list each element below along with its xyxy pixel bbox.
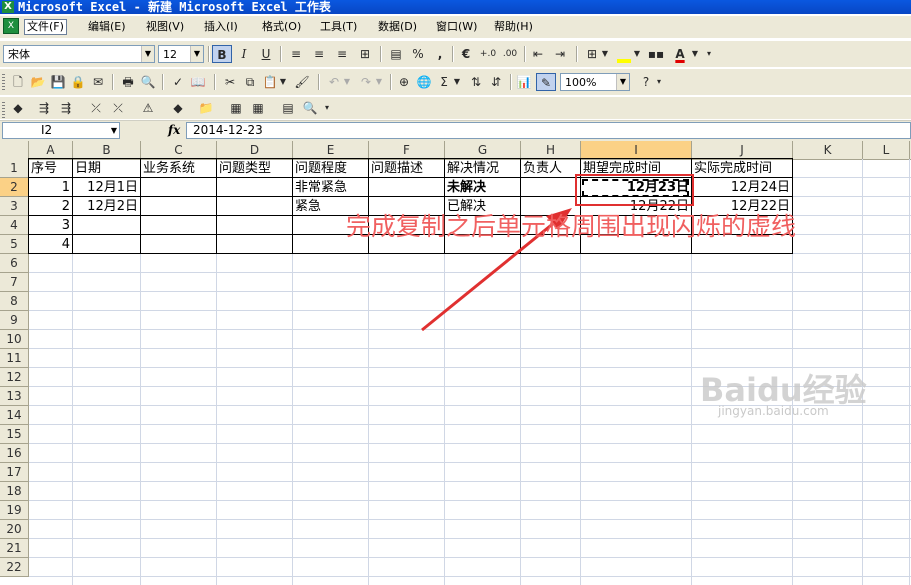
baidu-watermark-url: jingyan.baidu.com xyxy=(718,404,829,418)
annotation-arrow xyxy=(421,208,572,332)
annotation-text: 完成复制之后单元格周围出现闪烁的虚线 xyxy=(346,212,797,241)
